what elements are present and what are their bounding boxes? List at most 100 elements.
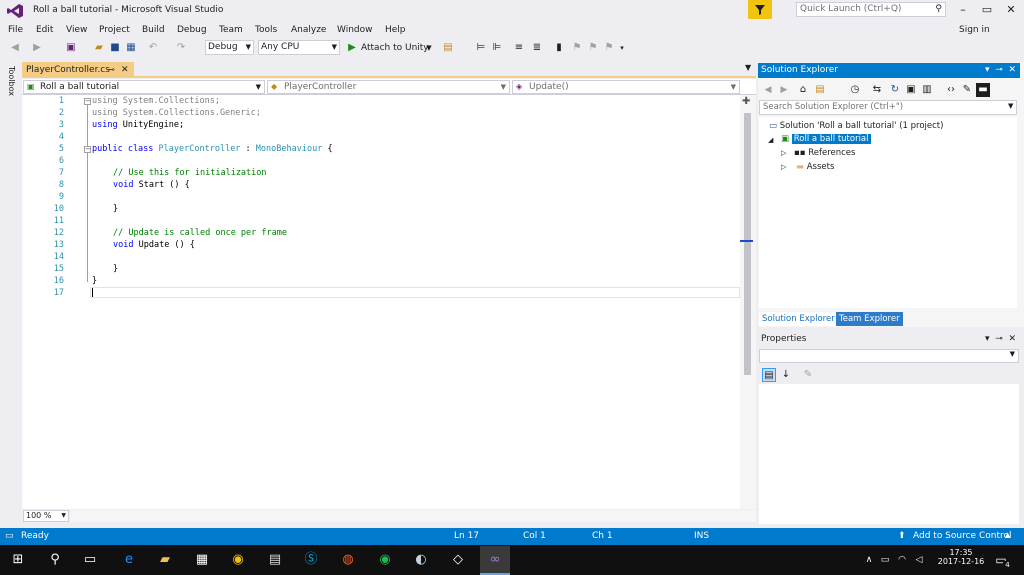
network-status-icon[interactable]: ▭ — [876, 551, 894, 569]
search-options-icon[interactable]: ▼ — [1008, 102, 1013, 110]
tab-list-dropdown-icon[interactable]: ▼ — [745, 63, 751, 72]
solution-search-input[interactable]: Search Solution Explorer (Ctrl+") — [759, 100, 1017, 115]
new-project-icon[interactable]: ▣ — [64, 41, 78, 55]
scrollbar-thumb[interactable] — [744, 113, 751, 375]
forward-icon[interactable]: ▶ — [778, 83, 790, 97]
categorized-icon[interactable]: ▤ — [762, 368, 776, 382]
preview-selected-icon[interactable]: ▬ — [976, 83, 990, 97]
pending-changes-filter-icon[interactable]: ◷ — [848, 83, 862, 97]
sign-in-link[interactable]: Sign in — [959, 25, 990, 35]
chrome-icon[interactable]: ◉ — [229, 551, 247, 569]
project-nav-select[interactable]: ▣ Roll a ball tutorial ▼ — [23, 80, 265, 94]
wifi-icon[interactable]: ◠ — [893, 551, 911, 569]
clear-bookmarks-icon[interactable]: ⚑ — [602, 41, 616, 55]
toolbar-overflow-icon[interactable]: ▾ — [618, 41, 626, 55]
menu-build[interactable]: Build — [142, 25, 165, 35]
view-code-icon[interactable]: ‹› — [944, 83, 958, 97]
skype-icon[interactable]: Ⓢ — [302, 551, 320, 569]
menu-window[interactable]: Window — [337, 25, 373, 35]
unity-icon[interactable]: ◇ — [449, 551, 467, 569]
align-right-icon[interactable]: ⊫ — [490, 41, 504, 55]
sync-icon[interactable]: ⇆ — [870, 83, 884, 97]
clock[interactable]: 17:35 2017-12-16 — [936, 548, 986, 566]
tab-solution-explorer[interactable]: Solution Explorer — [759, 312, 838, 326]
comment-icon[interactable]: ≡ — [512, 41, 526, 55]
spotify-icon[interactable]: ◉ — [376, 551, 394, 569]
split-editor-icon[interactable]: ✚ — [742, 96, 750, 107]
next-bookmark-icon[interactable]: ⚑ — [586, 41, 600, 55]
menu-file[interactable]: File — [8, 25, 23, 35]
undo-icon[interactable]: ↶ — [146, 41, 160, 55]
restore-button[interactable]: ▭ — [975, 3, 999, 17]
menu-team[interactable]: Team — [219, 25, 243, 35]
menu-edit[interactable]: Edit — [36, 25, 53, 35]
align-left-icon[interactable]: ⊨ — [474, 41, 488, 55]
navigate-forward-icon[interactable]: ▶ — [30, 41, 44, 55]
project-node[interactable]: ▣ Roll a ball tutorial — [781, 134, 871, 144]
menu-tools[interactable]: Tools — [255, 25, 277, 35]
add-to-source-control-button[interactable]: Add to Source Control — [913, 531, 1012, 541]
properties-object-select[interactable]: ▼ — [759, 349, 1019, 363]
file-explorer-icon[interactable]: ▰ — [156, 551, 174, 569]
notification-filter-icon[interactable] — [748, 0, 772, 19]
steam-icon[interactable]: ◐ — [412, 551, 430, 569]
tab-team-explorer[interactable]: Team Explorer — [836, 312, 903, 326]
panel-window-controls[interactable]: ▾ ⊸ ✕ — [985, 63, 1016, 78]
collapse-class-icon[interactable]: − — [84, 146, 91, 153]
store-icon[interactable]: ▦ — [193, 551, 211, 569]
horizontal-scrollbar[interactable] — [70, 510, 756, 522]
task-view-icon[interactable]: ▭ — [81, 551, 99, 569]
back-icon[interactable]: ◀ — [762, 83, 774, 97]
home-icon[interactable]: ⌂ — [796, 83, 810, 97]
menu-project[interactable]: Project — [99, 25, 130, 35]
redo-icon[interactable]: ↷ — [174, 41, 188, 55]
play-icon[interactable]: ▶ — [347, 41, 357, 55]
show-all-files-icon[interactable]: ▥ — [920, 83, 934, 97]
collapse-all-icon[interactable]: ▣ — [904, 83, 918, 97]
app-icon[interactable]: ◍ — [339, 551, 357, 569]
menu-view[interactable]: View — [66, 25, 87, 35]
windows-start-icon[interactable]: ⊞ — [9, 551, 27, 569]
browse-icon[interactable]: ▤ — [441, 41, 455, 55]
search-icon[interactable]: ⚲ — [46, 551, 64, 569]
switch-views-icon[interactable]: ▤ — [813, 83, 827, 97]
uncomment-icon[interactable]: ≣ — [530, 41, 544, 55]
solution-node[interactable]: ▭ Solution 'Roll a ball tutorial' (1 pro… — [769, 121, 943, 131]
zoom-select[interactable]: 100 % ▼ — [23, 510, 69, 522]
edge-browser-icon[interactable]: e — [120, 551, 138, 569]
solution-configuration-select[interactable]: Debug ▼ — [205, 40, 254, 55]
references-node[interactable]: ▪▪ References — [794, 148, 855, 158]
properties-wrench-icon[interactable]: ✎ — [960, 83, 974, 97]
bookmark-icon[interactable]: ▮ — [552, 41, 566, 55]
app-icon[interactable]: ▤ — [266, 551, 284, 569]
prev-bookmark-icon[interactable]: ⚑ — [570, 41, 584, 55]
panel-window-controls[interactable]: ▾ ⊸ ✕ — [985, 332, 1016, 347]
save-icon[interactable]: ■ — [108, 41, 122, 55]
save-all-icon[interactable]: ▦ — [124, 41, 138, 55]
close-button[interactable]: ✕ — [999, 3, 1023, 17]
collapsed-icon[interactable]: ▷ — [781, 149, 786, 157]
volume-icon[interactable]: ◁ — [910, 551, 928, 569]
code-editor[interactable] — [22, 95, 740, 509]
solution-platform-select[interactable]: Any CPU ▼ — [258, 40, 340, 55]
attach-to-unity-button[interactable]: Attach to Unity — [361, 41, 429, 55]
tab-playercontroller[interactable]: PlayerController.cs — [22, 62, 134, 78]
toolbox-tab[interactable]: Toolbox — [4, 66, 16, 96]
class-nav-select[interactable]: ◆ PlayerController ▼ — [267, 80, 510, 94]
quick-launch-input[interactable]: Quick Launch (Ctrl+Q) ⚲ — [796, 2, 946, 17]
alphabetical-icon[interactable]: ↓ — [779, 368, 793, 382]
property-pages-icon[interactable]: ✎ — [801, 368, 815, 382]
visual-studio-taskbar-icon[interactable]: ∞ — [480, 546, 510, 575]
chevron-up-icon[interactable]: ▲ — [1005, 531, 1010, 539]
assets-node[interactable]: ▬ Assets — [796, 162, 834, 172]
menu-analyze[interactable]: Analyze — [291, 25, 326, 35]
minimize-button[interactable]: – — [951, 3, 975, 17]
chevron-down-icon[interactable]: ▼ — [425, 41, 433, 55]
collapse-using-icon[interactable]: − — [84, 98, 91, 105]
refresh-icon[interactable]: ↻ — [888, 83, 902, 97]
member-nav-select[interactable]: ◈ Update() ▼ — [512, 80, 740, 94]
menu-help[interactable]: Help — [385, 25, 406, 35]
pin-icon[interactable]: ⊸ — [108, 62, 115, 78]
menu-debug[interactable]: Debug — [177, 25, 207, 35]
expand-icon[interactable]: ◢ — [768, 136, 773, 144]
